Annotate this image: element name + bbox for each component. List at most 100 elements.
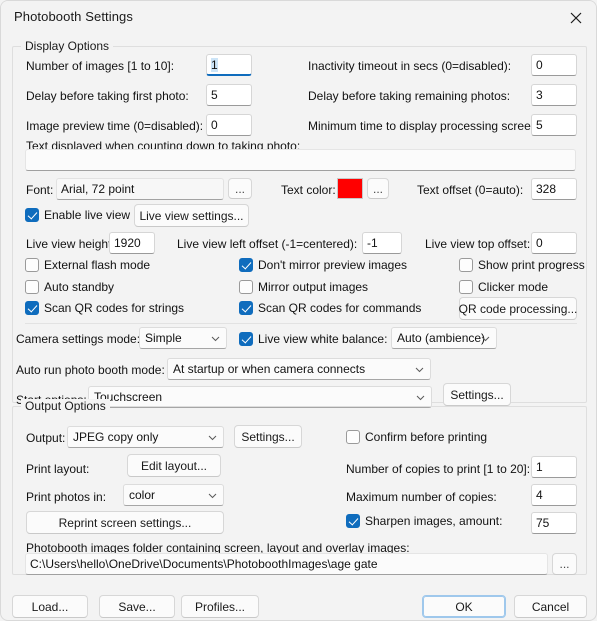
delay-remaining-photos-input[interactable]: 3 xyxy=(531,84,577,106)
copies-to-print-label: Number of copies to print [1 to 20]: xyxy=(346,462,531,476)
live-view-white-balance-select[interactable]: Auto (ambience) xyxy=(391,327,497,349)
checkbox-box xyxy=(459,280,473,294)
copies-to-print-input[interactable]: 1 xyxy=(531,456,577,478)
font-label: Font: xyxy=(26,183,54,197)
number-of-images-input[interactable]: 1 xyxy=(206,54,252,76)
external-flash-label: External flash mode xyxy=(44,258,151,272)
checkbox-box xyxy=(459,258,473,272)
confirm-before-printing-checkbox[interactable]: Confirm before printing xyxy=(346,430,487,444)
auto-run-mode-select[interactable]: At startup or when camera connects xyxy=(167,358,431,380)
max-copies-input[interactable]: 4 xyxy=(531,484,577,506)
text-color-label: Text color: xyxy=(281,183,336,197)
start-options-select[interactable]: Touchscreen xyxy=(88,386,432,408)
checkbox-box xyxy=(239,258,253,272)
number-of-images-label: Number of images [1 to 10]: xyxy=(26,59,175,73)
close-icon[interactable] xyxy=(554,1,596,34)
image-preview-time-input[interactable]: 0 xyxy=(206,114,252,136)
print-photos-in-select[interactable]: color xyxy=(123,484,224,506)
live-view-left-offset-input[interactable]: -1 xyxy=(362,232,402,254)
edit-layout-button[interactable]: Edit layout... xyxy=(127,454,221,477)
min-processing-time-input[interactable]: 5 xyxy=(531,114,577,136)
photobooth-settings-window: Photobooth Settings Display Options Numb… xyxy=(0,0,597,621)
auto-run-mode-label: Auto run photo booth mode: xyxy=(16,363,165,377)
clicker-mode-checkbox[interactable]: Clicker mode xyxy=(459,280,548,294)
delay-first-photo-input[interactable]: 5 xyxy=(206,84,252,106)
chevron-down-icon xyxy=(208,427,217,447)
text-color-browse-button[interactable]: ... xyxy=(367,178,389,199)
number-of-images-value: 1 xyxy=(211,58,218,72)
text-offset-label: Text offset (0=auto): xyxy=(417,183,524,197)
dont-mirror-preview-checkbox[interactable]: Don't mirror preview images xyxy=(239,258,407,272)
mirror-output-checkbox[interactable]: Mirror output images xyxy=(239,280,368,294)
checkbox-box xyxy=(25,301,39,315)
show-print-progress-checkbox[interactable]: Show print progress xyxy=(459,258,585,272)
auto-standby-checkbox[interactable]: Auto standby xyxy=(25,280,114,294)
sharpen-images-input[interactable]: 75 xyxy=(531,512,577,534)
live-view-settings-button[interactable]: Live view settings... xyxy=(134,204,249,227)
font-value-field[interactable]: Arial, 72 point xyxy=(56,178,224,200)
output-value: JPEG copy only xyxy=(73,430,159,444)
font-browse-button[interactable]: ... xyxy=(228,178,252,199)
live-view-white-balance-label: Live view white balance: xyxy=(258,332,388,346)
title-bar: Photobooth Settings xyxy=(1,1,596,35)
output-settings-button[interactable]: Settings... xyxy=(234,425,302,448)
images-folder-browse-button[interactable]: ... xyxy=(552,553,577,575)
save-button[interactable]: Save... xyxy=(99,595,175,618)
ok-button[interactable]: OK xyxy=(422,595,506,618)
mirror-output-label: Mirror output images xyxy=(258,280,369,294)
checkbox-box xyxy=(346,514,360,528)
sharpen-images-checkbox[interactable]: Sharpen images, amount: xyxy=(346,514,502,528)
cancel-button[interactable]: Cancel xyxy=(514,595,587,618)
scan-qr-commands-label: Scan QR codes for commands xyxy=(258,301,422,315)
scan-qr-strings-checkbox[interactable]: Scan QR codes for strings xyxy=(25,301,184,315)
checkbox-box xyxy=(25,208,39,222)
load-button[interactable]: Load... xyxy=(12,595,88,618)
dont-mirror-preview-label: Don't mirror preview images xyxy=(258,258,407,272)
text-color-swatch[interactable] xyxy=(337,178,363,199)
delay-remaining-photos-label: Delay before taking remaining photos: xyxy=(308,89,511,103)
qr-code-processing-button[interactable]: QR code processing... xyxy=(459,297,577,320)
chevron-down-icon xyxy=(415,359,424,379)
profiles-button[interactable]: Profiles... xyxy=(181,595,259,618)
chevron-down-icon xyxy=(208,485,217,505)
inactivity-timeout-label: Inactivity timeout in secs (0=disabled): xyxy=(308,59,512,73)
image-preview-time-label: Image preview time (0=disabled): xyxy=(26,119,204,133)
print-layout-label: Print layout: xyxy=(26,462,90,476)
output-label: Output: xyxy=(26,431,66,445)
scan-qr-strings-label: Scan QR codes for strings xyxy=(44,301,185,315)
enable-live-view-checkbox[interactable]: Enable live view xyxy=(25,208,130,222)
confirm-before-printing-label: Confirm before printing xyxy=(365,430,488,444)
live-view-white-balance-checkbox[interactable]: Live view white balance: xyxy=(239,332,387,346)
live-view-height-label: Live view height: xyxy=(26,237,115,251)
max-copies-label: Maximum number of copies: xyxy=(346,490,497,504)
clicker-mode-label: Clicker mode xyxy=(478,280,549,294)
section-divider xyxy=(25,323,577,324)
live-view-white-balance-value: Auto (ambience) xyxy=(397,331,486,345)
sharpen-images-label: Sharpen images, amount: xyxy=(365,514,503,528)
scan-qr-commands-checkbox[interactable]: Scan QR codes for commands xyxy=(239,301,421,315)
checkbox-box xyxy=(239,301,253,315)
live-view-top-offset-input[interactable]: 0 xyxy=(531,232,577,254)
inactivity-timeout-input[interactable]: 0 xyxy=(531,54,577,76)
checkbox-box xyxy=(239,332,253,346)
output-select[interactable]: JPEG copy only xyxy=(67,426,224,448)
images-folder-input[interactable]: C:\Users\hello\OneDrive\Documents\Photob… xyxy=(25,553,548,575)
reprint-screen-settings-button[interactable]: Reprint screen settings... xyxy=(26,511,224,534)
external-flash-checkbox[interactable]: External flash mode xyxy=(25,258,150,272)
camera-settings-mode-select[interactable]: Simple xyxy=(139,327,227,349)
print-photos-in-label: Print photos in: xyxy=(26,490,107,504)
min-processing-time-label: Minimum time to display processing scree… xyxy=(308,119,541,133)
start-options-settings-button[interactable]: Settings... xyxy=(443,383,511,406)
camera-settings-mode-label: Camera settings mode: xyxy=(16,332,141,346)
auto-standby-label: Auto standby xyxy=(44,280,115,294)
live-view-height-input[interactable]: 1920 xyxy=(109,232,155,254)
auto-run-mode-value: At startup or when camera connects xyxy=(173,362,366,376)
page-title: Photobooth Settings xyxy=(14,9,133,24)
text-offset-input[interactable]: 328 xyxy=(531,178,577,200)
display-options-group-title: Display Options xyxy=(21,39,114,53)
chevron-down-icon xyxy=(211,328,220,348)
output-options-group-title: Output Options xyxy=(21,399,110,413)
chevron-down-icon xyxy=(416,387,425,407)
live-view-top-offset-label: Live view top offset: xyxy=(425,237,531,251)
countdown-text-input[interactable] xyxy=(25,149,576,171)
